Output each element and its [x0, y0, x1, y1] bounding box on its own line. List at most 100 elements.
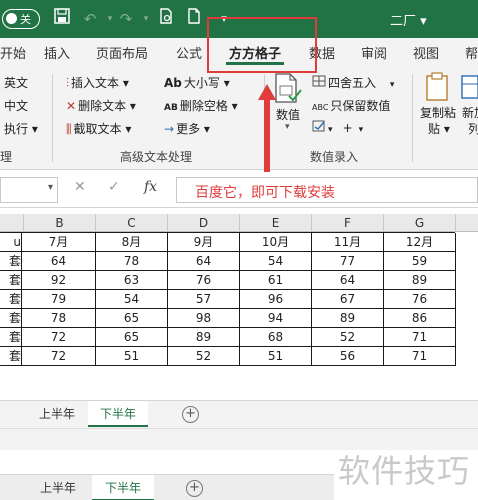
table-cell[interactable]: 92 [22, 271, 96, 290]
table-cell[interactable]: 52 [168, 347, 240, 366]
table-cell[interactable]: 61 [240, 271, 312, 290]
row-label[interactable]: 套 [0, 290, 22, 309]
table-cell[interactable]: 8月 [96, 233, 168, 252]
row-label[interactable]: 套 [0, 347, 22, 366]
table-cell[interactable]: 78 [22, 309, 96, 328]
table-cell[interactable]: 65 [96, 328, 168, 347]
row-label[interactable]: 套 [0, 252, 22, 271]
insert-text-label: 插入文本 ▾ [71, 76, 129, 90]
extract-text-button[interactable]: ⫼ 截取文本 ▾ [66, 120, 131, 137]
tab-view[interactable]: 视图 [413, 43, 439, 62]
table-cell[interactable]: 59 [384, 252, 456, 271]
column-header-e[interactable]: E [240, 214, 312, 232]
chinese-button[interactable]: 中文 [4, 97, 28, 114]
table-cell[interactable]: 89 [312, 309, 384, 328]
table-cell[interactable]: 64 [312, 271, 384, 290]
tab-home[interactable]: 开始 [0, 43, 26, 62]
sheet-tab-second-half[interactable]: 下半年 [88, 401, 148, 427]
new-file-icon[interactable] [184, 8, 204, 30]
table-cell[interactable]: 89 [384, 271, 456, 290]
table-cell[interactable]: 89 [168, 328, 240, 347]
insert-text-button[interactable]: ⫶ 插入文本 ▾ [66, 74, 129, 91]
column-header-c[interactable]: C [96, 214, 168, 232]
add-sheet-icon[interactable]: + [186, 480, 203, 497]
add-sheet-icon[interactable]: + [182, 406, 199, 423]
clipboard-icon [426, 72, 448, 101]
column-header-b[interactable]: B [24, 214, 96, 232]
row-label[interactable]: u [0, 233, 22, 252]
sheet-tab-first-half[interactable]: 上半年 [30, 401, 84, 427]
column-header-g[interactable]: G [384, 214, 456, 232]
more-button[interactable]: → 更多 ▾ [164, 120, 210, 137]
column-header-d[interactable]: D [168, 214, 240, 232]
table-cell[interactable]: 72 [22, 328, 96, 347]
autosave-toggle[interactable]: 关 [2, 9, 40, 29]
table-cell[interactable]: 51 [240, 347, 312, 366]
numeric-extra-button[interactable]: ▾ + ▾ [312, 120, 363, 135]
column-header-h[interactable] [456, 214, 478, 232]
table-cell[interactable]: 67 [312, 290, 384, 309]
new-column-button[interactable]: 新加 列 [460, 72, 478, 142]
table-cell[interactable]: 64 [22, 252, 96, 271]
round-button[interactable]: 四舍五入 ▾ [312, 74, 394, 91]
formula-input[interactable]: 百度它，即可下载安装 [176, 177, 478, 203]
table-cell[interactable]: 68 [240, 328, 312, 347]
table-cell[interactable]: 71 [384, 328, 456, 347]
remove-spaces-button[interactable]: AB 删除空格 ▾ [164, 97, 238, 114]
execute-button[interactable]: 执行 ▾ [4, 120, 38, 137]
table-cell[interactable]: 7月 [22, 233, 96, 252]
table-cell[interactable]: 79 [22, 290, 96, 309]
ribbon-separator [52, 74, 53, 162]
tab-page-layout[interactable]: 页面布局 [96, 43, 148, 62]
table-cell[interactable]: 98 [168, 309, 240, 328]
english-button[interactable]: 英文 [4, 74, 28, 91]
table-cell[interactable]: 9月 [168, 233, 240, 252]
redo-icon[interactable]: ↷ [116, 8, 136, 30]
table-cell[interactable]: 11月 [312, 233, 384, 252]
table-cell[interactable]: 94 [240, 309, 312, 328]
delete-text-button[interactable]: ✕ 删除文本 ▾ [66, 97, 136, 114]
table-cell[interactable]: 96 [240, 290, 312, 309]
row-label[interactable]: 套 [0, 328, 22, 347]
case-button[interactable]: Ab 大小写 ▾ [164, 74, 230, 91]
table-cell[interactable]: 76 [384, 290, 456, 309]
table-cell[interactable]: 76 [168, 271, 240, 290]
table-cell[interactable]: 86 [384, 309, 456, 328]
table-cell[interactable]: 78 [96, 252, 168, 271]
sheet-tab-first-half[interactable]: 上半年 [30, 475, 86, 500]
tab-help[interactable]: 帮 [465, 43, 478, 62]
table-cell[interactable]: 10月 [240, 233, 312, 252]
row-label[interactable]: 套 [0, 271, 22, 290]
table-cell[interactable]: 51 [96, 347, 168, 366]
table-cell[interactable]: 65 [96, 309, 168, 328]
redo-dropdown-icon[interactable]: ▾ [136, 8, 156, 30]
table-cell[interactable]: 64 [168, 252, 240, 271]
cancel-icon[interactable]: ✕ [74, 179, 86, 195]
print-preview-icon[interactable] [156, 8, 176, 30]
table-cell[interactable]: 72 [22, 347, 96, 366]
table-cell[interactable]: 54 [240, 252, 312, 271]
confirm-icon[interactable]: ✓ [108, 179, 120, 195]
table-cell[interactable]: 57 [168, 290, 240, 309]
table-cell[interactable]: 52 [312, 328, 384, 347]
table-cell[interactable]: 56 [312, 347, 384, 366]
table-cell[interactable]: 71 [384, 347, 456, 366]
undo-icon[interactable]: ↶ [80, 8, 100, 30]
table-cell[interactable]: 77 [312, 252, 384, 271]
name-box[interactable]: ▾ [0, 177, 58, 203]
tab-formulas[interactable]: 公式 [176, 43, 202, 62]
tab-insert[interactable]: 插入 [44, 43, 70, 62]
copy-paste-button[interactable]: 复制粘 贴 ▾ [418, 72, 458, 142]
save-icon[interactable] [52, 8, 72, 30]
table-cell[interactable]: 54 [96, 290, 168, 309]
insert-function-icon[interactable]: fx [144, 179, 157, 195]
column-header-f[interactable]: F [312, 214, 384, 232]
name-box-dropdown-icon[interactable]: ▾ [48, 182, 53, 193]
column-header-a[interactable] [0, 214, 24, 232]
keep-numbers-button[interactable]: ABC 只保留数值 [312, 97, 390, 114]
sheet-tab-second-half[interactable]: 下半年 [92, 475, 154, 500]
table-cell[interactable]: 63 [96, 271, 168, 290]
table-cell[interactable]: 12月 [384, 233, 456, 252]
tab-review[interactable]: 审阅 [361, 43, 387, 62]
row-label[interactable]: 套 [0, 309, 22, 328]
